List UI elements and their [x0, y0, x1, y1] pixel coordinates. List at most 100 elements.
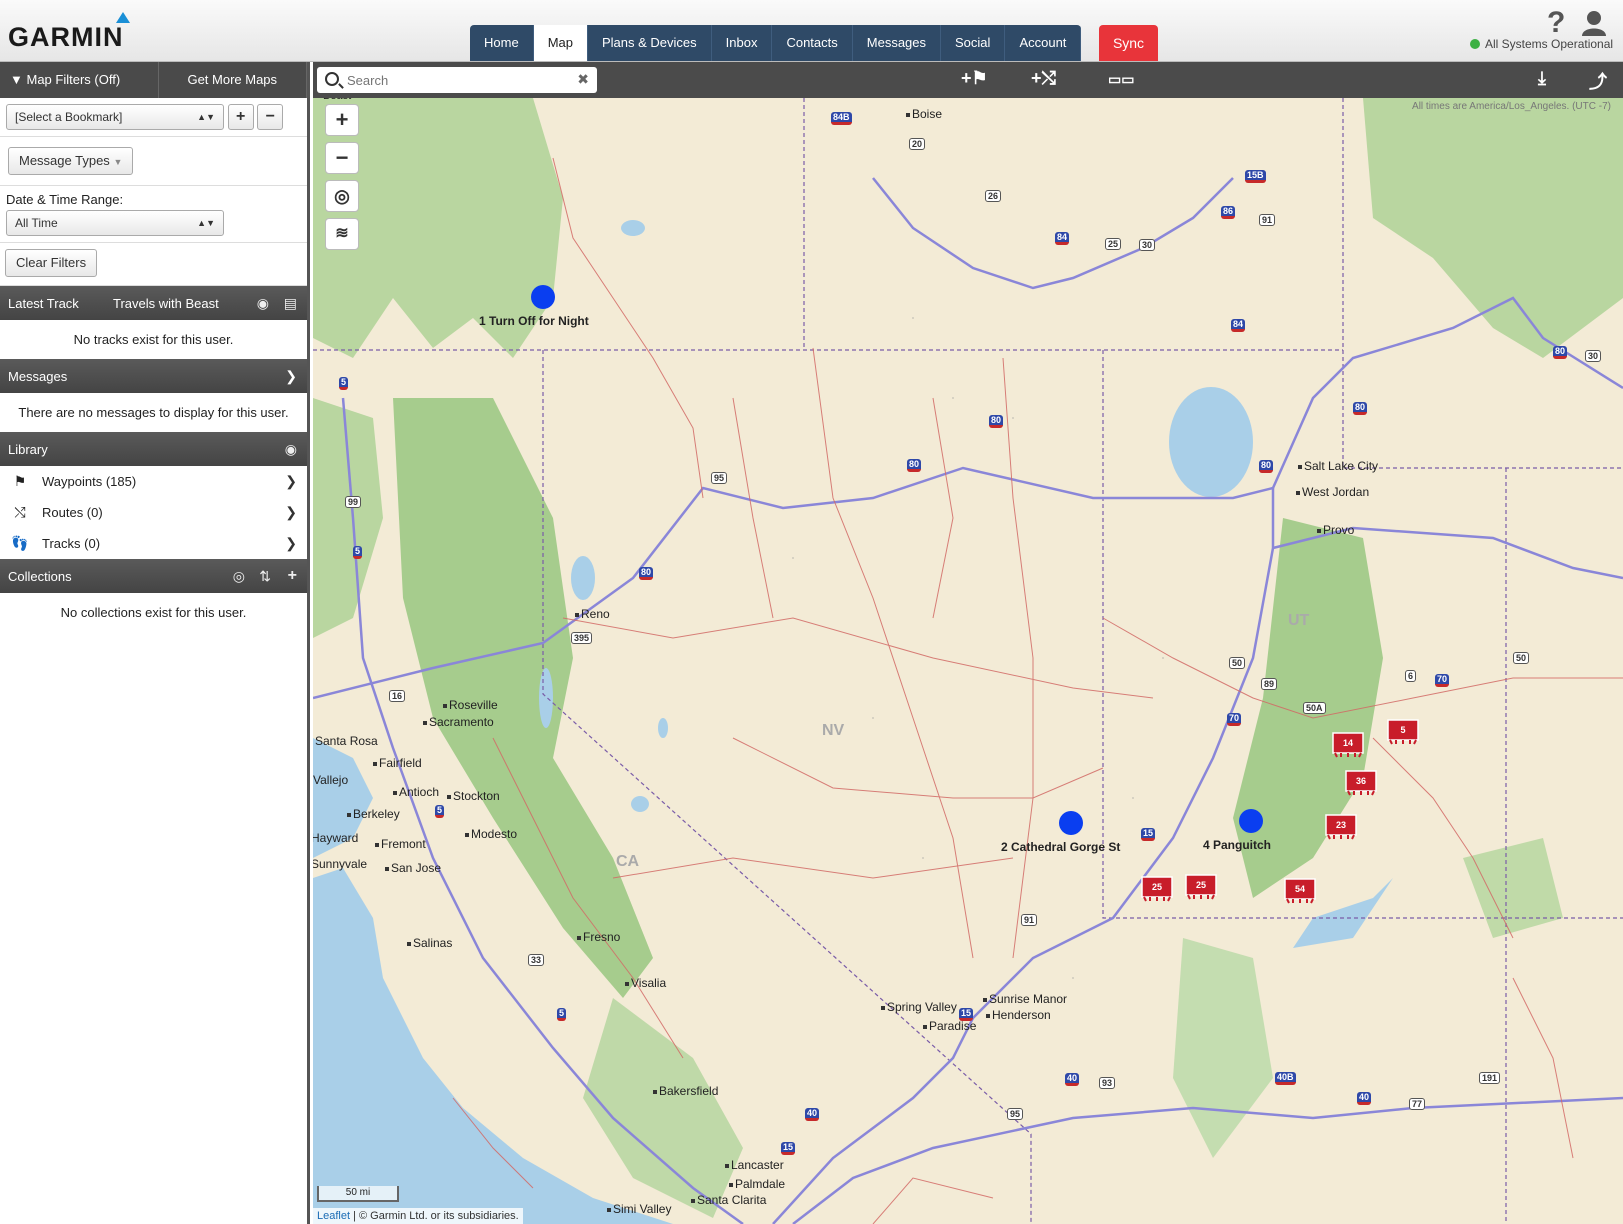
interstate-shield: 5 [557, 1008, 567, 1021]
city-label: Salinas [407, 936, 452, 950]
waypoint-cluster[interactable]: 54 [1283, 876, 1317, 904]
add-waypoint-icon[interactable]: +⚑ [961, 68, 988, 89]
add-bookmark-button[interactable]: + [227, 104, 254, 130]
date-range-select[interactable]: All Time ▲▼ [6, 210, 224, 236]
nav-home[interactable]: Home [470, 25, 534, 61]
latest-track-header[interactable]: Latest Track Travels with Beast ◉ ▤ [0, 286, 307, 320]
library-item-waypoints[interactable]: ⚑ Waypoints (185) ❯ [0, 466, 307, 497]
map-area[interactable]: ✖ +⚑ +⤭ ▭▭ ⤓ ⤴ [313, 62, 1623, 1224]
highway-shield: 99 [345, 496, 362, 508]
highway-shield: 93 [1099, 1077, 1116, 1089]
track-point-2[interactable]: 2 Cathedral Gorge St [1001, 811, 1120, 854]
highway-shield: 25 [1105, 238, 1122, 250]
nav-inbox[interactable]: Inbox [712, 25, 773, 61]
city-label: Provo [1317, 523, 1354, 537]
interstate-shield: 15 [959, 1008, 974, 1021]
get-more-maps-button[interactable]: Get More Maps [159, 62, 307, 98]
app-header: GARMIN Home Map Plans & Devices Inbox Co… [0, 0, 1623, 62]
export-icon[interactable]: ⤴ [1589, 68, 1607, 94]
locate-icon[interactable]: ◎ [325, 180, 359, 212]
message-types-row: Message Types ▼ [0, 137, 307, 186]
garmin-logo[interactable]: GARMIN [8, 22, 124, 53]
eye-icon[interactable]: ◉ [257, 295, 269, 312]
messages-header[interactable]: Messages ❯ [0, 359, 307, 393]
city-label: Lancaster [725, 1158, 784, 1172]
waypoint-cluster[interactable]: 23 [1324, 812, 1358, 840]
date-range-label: Date & Time Range: [6, 192, 124, 207]
messages-empty: There are no messages to display for thi… [18, 405, 289, 420]
interstate-shield: 84 [1055, 232, 1070, 245]
waypoint-cluster[interactable]: 36 [1344, 768, 1378, 796]
waypoint-cluster[interactable]: 5 [1386, 717, 1420, 745]
waypoint-cluster[interactable]: 25 [1140, 874, 1174, 902]
city-label: Modesto [465, 827, 517, 841]
bookmark-select[interactable]: [Select a Bookmark] ▲▼ [6, 104, 224, 130]
add-collection-icon[interactable]: + [288, 567, 297, 585]
interstate-shield: 80 [989, 415, 1004, 428]
interstate-shield: 80 [639, 567, 654, 580]
nav-account[interactable]: Account [1005, 25, 1082, 61]
interstate-shield: 40 [1065, 1073, 1080, 1086]
highway-shield: 95 [1007, 1108, 1024, 1120]
eye-slash-icon[interactable]: ◎ [233, 568, 245, 585]
interstate-shield: 15B [1245, 170, 1266, 183]
map-canvas[interactable] [313, 98, 1623, 1224]
city-label: Antioch [393, 785, 439, 799]
remove-bookmark-button[interactable]: − [257, 104, 284, 130]
highway-shield: 50A [1303, 702, 1326, 714]
library-header[interactable]: Library ◉ [0, 432, 307, 466]
interstate-shield: 80 [1259, 460, 1274, 473]
waypoint-cluster[interactable]: 25 [1184, 872, 1218, 900]
eye-icon[interactable]: ◉ [285, 441, 297, 458]
nav-contacts[interactable]: Contacts [772, 25, 853, 61]
collections-header[interactable]: Collections ◎ ⇅ + [0, 559, 307, 593]
comment-icon[interactable]: ▤ [284, 295, 297, 312]
message-types-dropdown[interactable]: Message Types ▼ [8, 147, 134, 175]
library-item-label: Routes (0) [42, 505, 103, 520]
user-icon[interactable] [1580, 10, 1608, 36]
track-point-marker[interactable] [531, 285, 555, 309]
sidebar-top-tabs: ▼ Map Filters (Off) Get More Maps [0, 62, 307, 98]
clear-filters-row: Clear Filters [0, 243, 307, 286]
sync-button[interactable]: Sync [1099, 25, 1158, 61]
sort-icon[interactable]: ⇅ [259, 568, 271, 585]
interstate-shield: 70 [1435, 674, 1450, 687]
track-point-marker[interactable] [1059, 811, 1083, 835]
library-item-routes[interactable]: ⤭ Routes (0) ❯ [0, 497, 307, 528]
track-point-1[interactable]: 1 Turn Off for Night [479, 285, 589, 328]
system-status[interactable]: All Systems Operational [1470, 37, 1613, 51]
sidebar: ▼ Map Filters (Off) Get More Maps [Selec… [0, 62, 310, 1224]
layers-icon[interactable]: ≋ [325, 218, 359, 250]
latest-track-empty: No tracks exist for this user. [73, 332, 234, 347]
track-point-4[interactable]: 4 Panguitch [1203, 809, 1271, 852]
search-input[interactable] [347, 71, 567, 89]
add-route-icon[interactable]: +⤭ [1031, 68, 1056, 89]
library-label: Library [8, 441, 48, 457]
nav-plans-devices[interactable]: Plans & Devices [588, 25, 712, 61]
leaflet-link[interactable]: Leaflet [317, 1210, 350, 1222]
waypoint-cluster[interactable]: 14 [1331, 730, 1365, 758]
zoom-out-button[interactable]: − [325, 142, 359, 174]
interstate-shield: 84 [1231, 319, 1246, 332]
zoom-in-button[interactable]: + [325, 104, 359, 136]
nav-messages[interactable]: Messages [853, 25, 942, 61]
library-item-label: Waypoints (185) [42, 474, 137, 489]
interstate-shield: 5 [339, 377, 349, 390]
help-icon[interactable]: ? [1547, 6, 1565, 40]
import-icon[interactable]: ⤓ [1538, 68, 1546, 89]
highway-shield: 26 [985, 190, 1002, 202]
nav-social[interactable]: Social [941, 25, 1006, 61]
ruler-icon[interactable]: ▭▭ [1108, 71, 1134, 88]
map-toolbar: ✖ +⚑ +⤭ ▭▭ ⤓ ⤴ [313, 62, 1623, 98]
highway-shield: 30 [1585, 350, 1602, 362]
cluster-count: 54 [1294, 884, 1305, 894]
nav-map[interactable]: Map [533, 25, 588, 61]
close-icon[interactable]: ✖ [577, 71, 589, 88]
library-item-tracks[interactable]: 👣 Tracks (0) ❯ [0, 528, 307, 559]
clear-filters-button[interactable]: Clear Filters [5, 249, 98, 277]
track-point-marker[interactable] [1239, 809, 1263, 833]
attribution-text: | © Garmin Ltd. or its subsidiaries. [350, 1210, 519, 1222]
map-filters-toggle[interactable]: ▼ Map Filters (Off) [0, 62, 159, 98]
interstate-shield: 15 [781, 1142, 796, 1155]
map-filters-label: Map Filters (Off) [26, 72, 121, 87]
